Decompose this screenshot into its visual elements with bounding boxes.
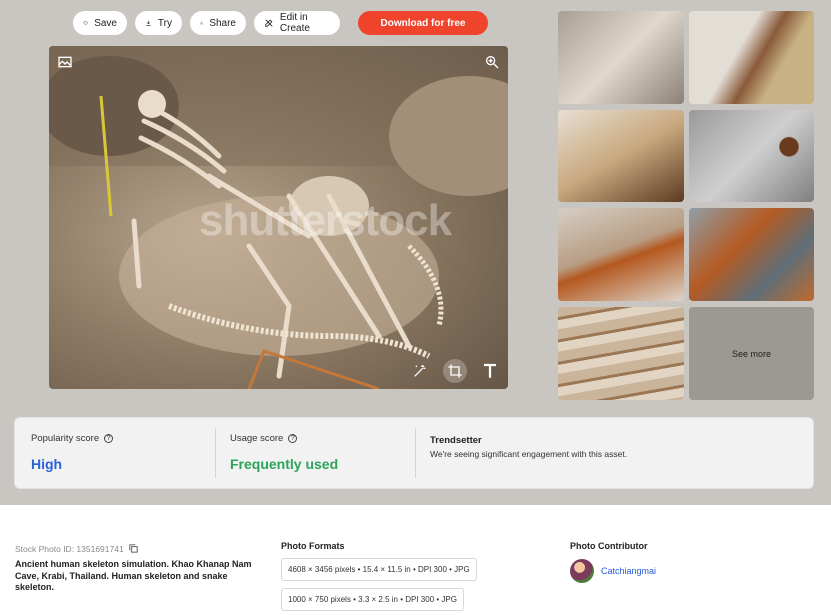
format-option[interactable]: 4608 × 3456 pixels • 15.4 × 11.5 in • DP… bbox=[281, 558, 477, 581]
see-more-button[interactable]: See more bbox=[689, 307, 814, 400]
popularity-score-value: High bbox=[31, 456, 63, 472]
try-button[interactable]: Try bbox=[135, 11, 182, 35]
photo-description: Ancient human skeleton simulation. Khao … bbox=[15, 559, 252, 592]
asset-scores-panel: Popularity score ? High Usage score ? Fr… bbox=[14, 417, 814, 489]
thumbnail-cockroach[interactable] bbox=[689, 110, 814, 202]
magic-wand-icon bbox=[414, 365, 426, 377]
divider bbox=[415, 428, 416, 478]
download-button[interactable]: Download for free bbox=[358, 11, 488, 35]
divider bbox=[215, 428, 216, 478]
usage-score-value: Frequently used bbox=[230, 456, 339, 472]
edit-icon bbox=[265, 19, 273, 27]
share-button[interactable]: Share bbox=[190, 11, 246, 35]
text-icon bbox=[484, 363, 496, 378]
crop-icon bbox=[448, 364, 462, 378]
save-label: Save bbox=[94, 17, 117, 29]
crop-button[interactable] bbox=[443, 359, 467, 383]
stock-photo-id-text: Stock Photo ID: 1351691741 bbox=[15, 543, 124, 554]
usage-score-label-row: Usage score ? bbox=[230, 433, 298, 444]
edit-in-create-button[interactable]: Edit in Create bbox=[254, 11, 340, 35]
heart-icon bbox=[83, 21, 88, 26]
add-text-button[interactable] bbox=[478, 359, 502, 383]
avatar[interactable] bbox=[570, 559, 594, 583]
toolbar: Save Try Share Edit in Create bbox=[73, 11, 340, 35]
help-icon[interactable]: ? bbox=[104, 434, 114, 443]
copy-icon[interactable] bbox=[128, 543, 139, 554]
contributor-name-link[interactable]: Catchiangmai bbox=[601, 566, 656, 576]
photo-formats-title: Photo Formats bbox=[281, 541, 345, 551]
try-label: Try bbox=[157, 17, 172, 29]
photo-contributor-title: Photo Contributor bbox=[570, 541, 648, 551]
thumbnail-roots[interactable] bbox=[558, 110, 684, 202]
edit-label: Edit in Create bbox=[279, 12, 310, 34]
share-label: Share bbox=[209, 17, 236, 29]
share-icon bbox=[200, 21, 203, 25]
zoom-in-icon[interactable] bbox=[484, 54, 500, 70]
thumbnail-salt-pans[interactable] bbox=[558, 307, 684, 400]
help-icon[interactable]: ? bbox=[288, 434, 298, 443]
popularity-score-label-row: Popularity score ? bbox=[31, 433, 114, 444]
thumbnail-cracked-earth[interactable] bbox=[689, 11, 814, 104]
trendsetter-title: Trendsetter bbox=[430, 435, 482, 446]
save-button[interactable]: Save bbox=[73, 11, 127, 35]
popularity-score-label: Popularity score bbox=[31, 433, 100, 444]
magic-edit-button[interactable] bbox=[408, 359, 432, 383]
download-icon bbox=[146, 20, 151, 26]
usage-score-label: Usage score bbox=[230, 433, 284, 444]
main-photo[interactable]: shutterstock bbox=[49, 46, 508, 389]
thumbnail-rusty-chain[interactable] bbox=[689, 208, 814, 301]
trendsetter-description: We're seeing significant engagement with… bbox=[430, 449, 628, 459]
thumbnail-rust-roots[interactable] bbox=[558, 208, 684, 301]
stock-photo-id: Stock Photo ID: 1351691741 bbox=[15, 543, 139, 554]
watermark: shutterstock bbox=[199, 196, 452, 245]
format-option[interactable]: 1000 × 750 pixels • 3.3 × 2.5 in • DPI 3… bbox=[281, 588, 464, 611]
thumbnail-rock[interactable] bbox=[558, 11, 684, 104]
image-icon bbox=[58, 56, 72, 68]
